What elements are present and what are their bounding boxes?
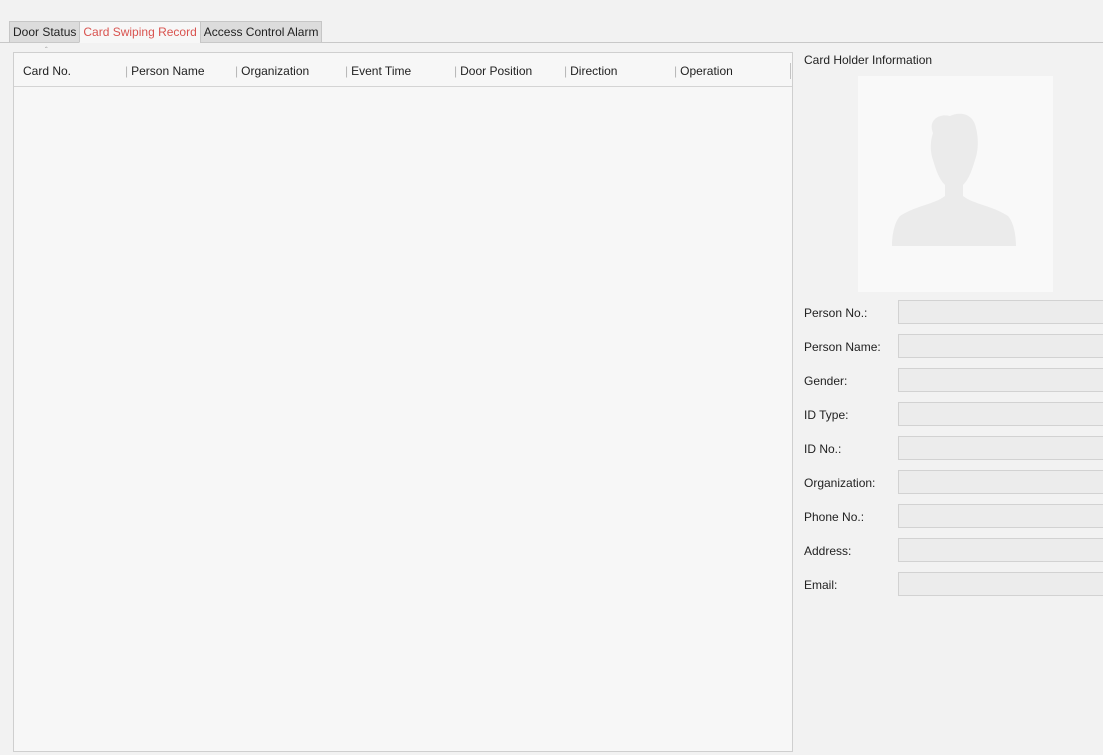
id-no-row: ID No.: (804, 436, 1103, 462)
email-field[interactable] (898, 572, 1103, 596)
table-header: ˆ Card No. | Person Name | Organization | E… (14, 46, 792, 87)
column-label: Door Position (460, 64, 533, 78)
column-header-operation[interactable]: | Operation (674, 53, 733, 87)
sort-arrow-icon: ˆ (45, 46, 48, 55)
card-holder-info-title: Card Holder Information (804, 53, 933, 67)
column-divider: | (674, 64, 678, 78)
person-no-field[interactable] (898, 300, 1103, 324)
email-label: Email: (804, 578, 838, 592)
id-type-label: ID Type: (804, 408, 849, 422)
address-row: Address: (804, 538, 1103, 564)
id-type-field[interactable] (898, 402, 1103, 426)
id-no-label: ID No.: (804, 442, 842, 456)
column-header-organization[interactable]: | Organization (235, 53, 309, 87)
tab-door-status[interactable]: Door Status (9, 21, 81, 43)
gender-row: Gender: (804, 368, 1103, 394)
column-header-event-time[interactable]: | Event Time (345, 53, 411, 87)
table-body (14, 88, 792, 751)
column-label: Card No. (23, 64, 72, 78)
column-header-direction[interactable]: | Direction (564, 53, 617, 87)
card-swiping-record-table: ˆ Card No. | Person Name | Organization | E… (13, 46, 793, 752)
person-no-row: Person No.: (804, 300, 1103, 326)
column-divider (790, 63, 791, 79)
column-label: Operation (680, 64, 733, 78)
address-label: Address: (804, 544, 852, 558)
column-divider: | (345, 64, 349, 78)
email-row: Email: (804, 572, 1103, 598)
column-label: Person Name (131, 64, 205, 78)
phone-no-row: Phone No.: (804, 504, 1103, 530)
card-swiping-record-window: Door Status Card Swiping Record Access C… (0, 0, 1103, 755)
address-field[interactable] (898, 538, 1103, 562)
phone-no-field[interactable] (898, 504, 1103, 528)
column-divider: | (454, 64, 458, 78)
person-name-field[interactable] (898, 334, 1103, 358)
organization-label: Organization: (804, 476, 876, 490)
organization-field[interactable] (898, 470, 1103, 494)
tab-access-control-alarm[interactable]: Access Control Alarm (199, 21, 323, 43)
gender-label: Gender: (804, 374, 848, 388)
card-holder-photo (858, 76, 1053, 292)
column-label: Organization (241, 64, 310, 78)
id-type-row: ID Type: (804, 402, 1103, 428)
person-no-label: Person No.: (804, 306, 868, 320)
person-silhouette-icon (892, 113, 1016, 247)
column-divider: | (235, 64, 239, 78)
tab-bar: Door Status Card Swiping Record Access C… (0, 21, 1103, 43)
phone-no-label: Phone No.: (804, 510, 865, 524)
gender-field[interactable] (898, 368, 1103, 392)
column-header-person-name[interactable]: | Person Name (125, 53, 205, 87)
tab-card-swiping-record[interactable]: Card Swiping Record (79, 21, 201, 43)
column-divider: | (125, 64, 129, 78)
column-label: Direction (570, 64, 618, 78)
person-name-row: Person Name: (804, 334, 1103, 360)
column-label: Event Time (351, 64, 412, 78)
person-name-label: Person Name: (804, 340, 881, 354)
column-header-card-no[interactable]: ˆ Card No. (23, 46, 72, 87)
organization-row: Organization: (804, 470, 1103, 496)
column-divider: | (564, 64, 568, 78)
column-header-door-position[interactable]: | Door Position (454, 53, 532, 87)
id-no-field[interactable] (898, 436, 1103, 460)
